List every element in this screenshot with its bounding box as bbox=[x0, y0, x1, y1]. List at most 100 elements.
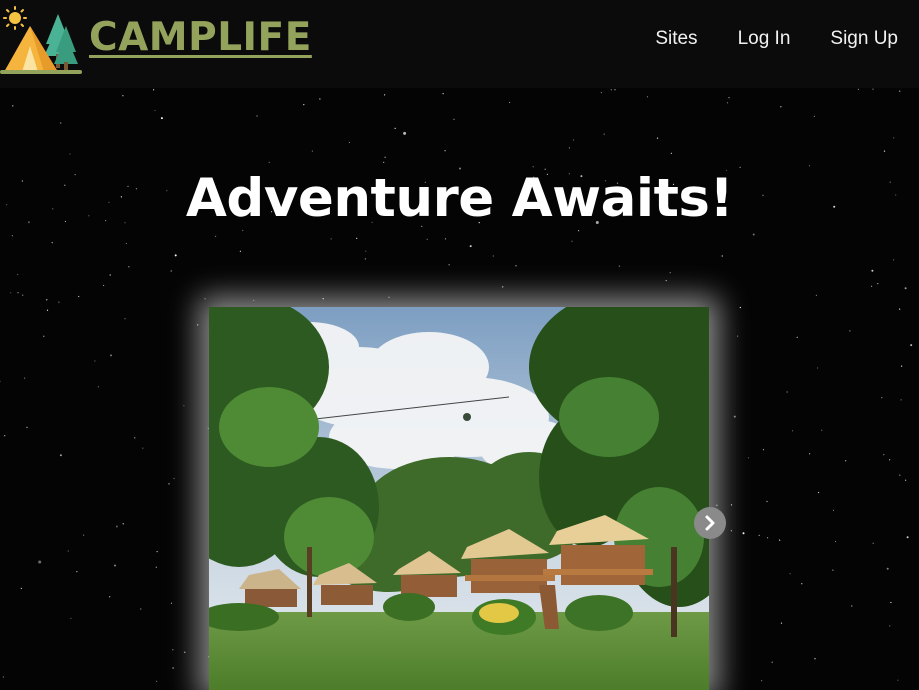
star bbox=[890, 601, 892, 604]
star bbox=[122, 95, 124, 97]
star bbox=[384, 94, 386, 96]
star bbox=[767, 537, 769, 539]
star bbox=[51, 242, 53, 244]
star bbox=[78, 295, 80, 298]
star bbox=[835, 540, 837, 543]
nav-link-log-in[interactable]: Log In bbox=[738, 27, 791, 51]
star bbox=[94, 360, 96, 362]
star bbox=[153, 89, 155, 91]
star bbox=[10, 292, 12, 294]
star bbox=[448, 264, 450, 266]
star bbox=[665, 280, 667, 282]
star bbox=[730, 504, 733, 506]
star bbox=[155, 566, 157, 568]
star bbox=[67, 550, 69, 552]
star bbox=[906, 536, 909, 539]
sun-icon bbox=[3, 6, 27, 30]
star bbox=[156, 551, 158, 553]
star bbox=[614, 89, 616, 91]
star bbox=[239, 250, 241, 252]
star bbox=[883, 150, 886, 152]
star bbox=[789, 573, 791, 575]
star bbox=[737, 335, 739, 337]
star bbox=[886, 567, 889, 570]
star bbox=[17, 273, 19, 276]
star bbox=[83, 534, 85, 536]
star bbox=[618, 265, 621, 267]
star bbox=[442, 93, 444, 95]
star bbox=[76, 571, 78, 573]
star bbox=[204, 298, 206, 300]
star bbox=[154, 109, 156, 112]
star bbox=[899, 474, 901, 476]
star bbox=[893, 137, 895, 139]
star bbox=[871, 285, 873, 287]
star bbox=[311, 150, 313, 152]
star bbox=[899, 308, 901, 310]
star bbox=[174, 254, 177, 257]
star bbox=[515, 265, 517, 267]
star bbox=[814, 658, 816, 660]
brand-name: CAMPLIFE bbox=[89, 15, 312, 60]
star bbox=[728, 97, 730, 99]
star bbox=[900, 399, 902, 401]
star bbox=[901, 365, 903, 367]
star bbox=[365, 250, 367, 252]
star bbox=[813, 115, 816, 117]
star bbox=[571, 240, 573, 242]
star bbox=[256, 115, 258, 117]
star bbox=[733, 415, 736, 418]
image-carousel[interactable] bbox=[209, 307, 709, 690]
star bbox=[46, 299, 48, 301]
star bbox=[883, 454, 885, 456]
star bbox=[24, 377, 26, 379]
star bbox=[109, 596, 111, 598]
nav-link-sites[interactable]: Sites bbox=[655, 27, 697, 51]
star bbox=[742, 532, 745, 535]
star bbox=[17, 292, 19, 294]
star bbox=[103, 284, 105, 287]
star bbox=[110, 354, 112, 357]
carousel-next-button[interactable] bbox=[694, 507, 726, 539]
star bbox=[897, 679, 899, 681]
star bbox=[610, 89, 612, 91]
brand-home-link[interactable]: CAMPLIFE bbox=[0, 4, 335, 76]
star bbox=[904, 287, 907, 290]
star bbox=[172, 667, 174, 669]
star bbox=[303, 104, 305, 106]
star bbox=[26, 426, 28, 428]
star bbox=[893, 259, 895, 261]
star bbox=[140, 608, 142, 610]
star bbox=[766, 500, 768, 503]
star bbox=[877, 283, 879, 285]
star bbox=[22, 294, 24, 296]
star bbox=[168, 483, 170, 485]
star bbox=[796, 336, 798, 338]
star bbox=[197, 324, 199, 326]
star bbox=[444, 150, 446, 152]
star bbox=[730, 530, 733, 532]
star bbox=[348, 141, 350, 144]
star bbox=[502, 286, 504, 288]
star bbox=[786, 391, 788, 393]
star bbox=[268, 161, 270, 163]
star bbox=[124, 318, 126, 320]
star bbox=[872, 88, 874, 90]
star bbox=[183, 405, 185, 407]
star bbox=[780, 106, 782, 108]
star bbox=[881, 397, 883, 399]
star bbox=[469, 245, 472, 248]
star bbox=[791, 430, 794, 432]
star bbox=[142, 447, 144, 449]
star bbox=[889, 625, 891, 627]
page: CAMPLIFE Sites Log In Sign Up Adventure … bbox=[0, 0, 919, 690]
star bbox=[97, 386, 99, 388]
star bbox=[779, 539, 781, 541]
star bbox=[60, 122, 62, 124]
star bbox=[815, 294, 818, 296]
nav-link-sign-up[interactable]: Sign Up bbox=[830, 27, 898, 51]
star bbox=[871, 269, 874, 272]
star bbox=[426, 238, 428, 240]
star bbox=[801, 583, 803, 585]
star bbox=[388, 296, 390, 298]
